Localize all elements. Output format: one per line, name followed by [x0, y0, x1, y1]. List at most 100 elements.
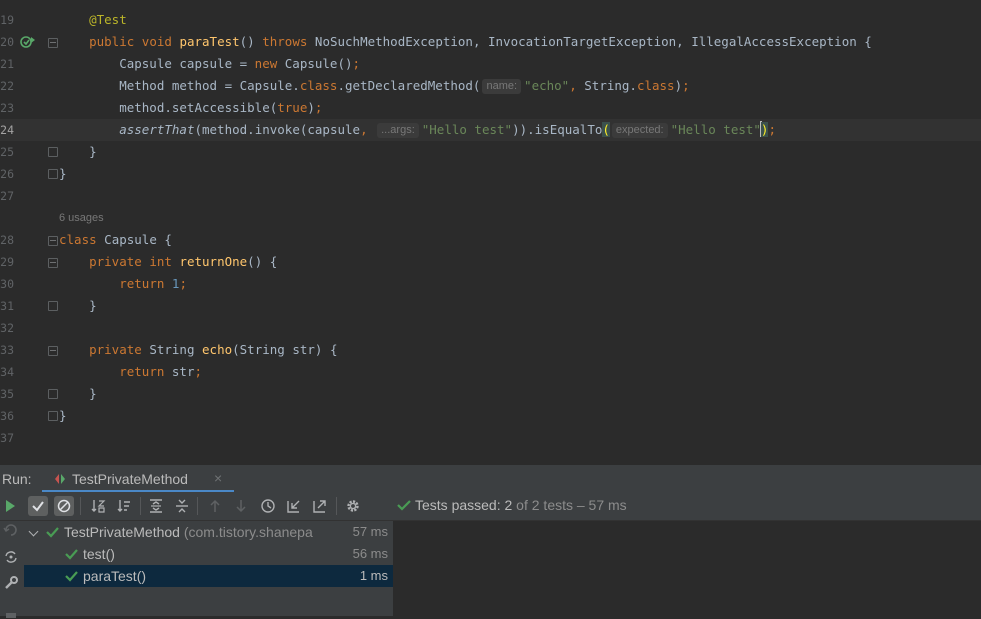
- more-tools-button[interactable]: [2, 601, 20, 619]
- line-number: 22: [0, 79, 14, 93]
- code-line[interactable]: 21 Capsule capsule = new Capsule();: [0, 53, 981, 75]
- sort-alphabetically-button[interactable]: [88, 496, 108, 516]
- code-text[interactable]: Method method = Capsule.class.getDeclare…: [59, 75, 690, 97]
- test-duration: 57 ms: [352, 524, 388, 539]
- fold-end-marker-icon[interactable]: [48, 411, 58, 421]
- usages-hint[interactable]: 6 usages: [59, 207, 104, 229]
- code-token: (): [239, 34, 263, 49]
- test-name: paraTest(): [83, 568, 147, 584]
- fold-marker-icon[interactable]: [48, 236, 58, 246]
- code-line[interactable]: 34 return str;: [0, 361, 981, 383]
- chevron-down-icon[interactable]: [28, 526, 39, 537]
- check-icon: [65, 571, 78, 582]
- code-text[interactable]: @Test: [59, 9, 127, 31]
- code-token: Method method = Capsule.: [59, 78, 300, 93]
- line-number: 21: [0, 57, 14, 71]
- collapse-all-button[interactable]: [172, 496, 192, 516]
- code-line[interactable]: 37: [0, 427, 981, 449]
- arrow-up-icon: [210, 499, 220, 512]
- code-line[interactable]: 35 }: [0, 383, 981, 405]
- code-line[interactable]: 26}: [0, 163, 981, 185]
- export-icon: [313, 500, 326, 513]
- code-token: Capsule(): [277, 56, 353, 71]
- code-token: ,: [569, 78, 585, 93]
- code-line[interactable]: 32: [0, 317, 981, 339]
- code-token: ;: [194, 364, 203, 379]
- code-text[interactable]: }: [59, 295, 97, 317]
- run-tool-window-header: Run: TestPrivateMethod ×: [0, 464, 981, 494]
- code-text[interactable]: }: [59, 163, 67, 185]
- toolbar-separator: [336, 497, 337, 515]
- fold-marker-icon[interactable]: [48, 38, 58, 48]
- code-token: ;: [314, 100, 323, 115]
- line-number: 36: [0, 409, 14, 423]
- code-line[interactable]: 28 class Capsule {: [0, 229, 981, 251]
- code-text[interactable]: }: [59, 383, 97, 405]
- code-token: return: [119, 364, 165, 379]
- code-token: void: [141, 34, 172, 49]
- code-token: ,: [360, 122, 376, 137]
- code-line[interactable]: 36}: [0, 405, 981, 427]
- code-line[interactable]: 20 public void paraTest() throws NoSuchM…: [0, 31, 981, 53]
- line-number: 24: [0, 123, 14, 137]
- expand-all-icon: [150, 499, 162, 513]
- rerun-failed-button[interactable]: [2, 521, 20, 539]
- show-passed-toggle[interactable]: [28, 496, 48, 516]
- fold-end-marker-icon[interactable]: [48, 389, 58, 399]
- code-text[interactable]: }: [59, 141, 97, 163]
- edit-configuration-button[interactable]: [2, 574, 20, 592]
- arrow-down-icon: [236, 500, 246, 513]
- test-status: Tests passed: 2 of 2 tests – 57 ms: [397, 497, 627, 513]
- code-line[interactable]: 23 method.setAccessible(true);: [0, 97, 981, 119]
- run-test-gutter-icon[interactable]: [20, 35, 36, 49]
- code-text[interactable]: private int returnOne() {: [59, 251, 277, 273]
- code-line[interactable]: 25 }: [0, 141, 981, 163]
- toggle-auto-test-button[interactable]: [2, 548, 20, 566]
- close-icon[interactable]: ×: [214, 470, 222, 486]
- code-line[interactable]: 30 return 1;: [0, 273, 981, 295]
- code-token: assertThat: [119, 122, 195, 137]
- code-line[interactable]: 33 private String echo(String str) {: [0, 339, 981, 361]
- expand-all-button[interactable]: [146, 496, 166, 516]
- next-failed-test-button[interactable]: [231, 496, 251, 516]
- code-editor[interactable]: 19 @Test 20 public void paraTest() throws…: [0, 0, 981, 464]
- test-history-button[interactable]: [258, 496, 278, 516]
- code-line[interactable]: 22 Method method = Capsule.class.getDecl…: [0, 75, 981, 97]
- code-text[interactable]: private String echo(String str) {: [59, 339, 337, 361]
- show-ignored-toggle[interactable]: [54, 496, 74, 516]
- parameter-hint: expected:: [611, 123, 668, 138]
- code-line[interactable]: 27: [0, 185, 981, 207]
- code-text[interactable]: method.setAccessible(true);: [59, 97, 322, 119]
- code-line[interactable]: 31 }: [0, 295, 981, 317]
- code-text[interactable]: return str;: [59, 361, 202, 383]
- code-text[interactable]: assertThat(method.invoke(capsule, ...arg…: [59, 119, 776, 141]
- code-token: }: [59, 144, 97, 159]
- fold-end-marker-icon[interactable]: [48, 169, 58, 179]
- code-token: class: [59, 232, 97, 247]
- fold-marker-icon[interactable]: [48, 258, 58, 268]
- code-text[interactable]: class Capsule {: [59, 229, 172, 251]
- run-tab-testprivatemethod[interactable]: TestPrivateMethod ×: [42, 465, 234, 493]
- export-tests-button[interactable]: [310, 496, 330, 516]
- test-output-console[interactable]: [394, 521, 981, 616]
- sort-by-duration-button[interactable]: [114, 496, 134, 516]
- settings-button[interactable]: [343, 496, 363, 516]
- code-text[interactable]: }: [59, 405, 67, 427]
- test-row-test[interactable]: test() 56 ms: [24, 543, 393, 565]
- rerun-button[interactable]: [0, 496, 20, 516]
- import-tests-button[interactable]: [284, 496, 304, 516]
- code-text[interactable]: public void paraTest() throws NoSuchMeth…: [59, 31, 872, 53]
- fold-marker-icon[interactable]: [48, 346, 58, 356]
- fold-end-marker-icon[interactable]: [48, 301, 58, 311]
- previous-failed-test-button[interactable]: [205, 496, 225, 516]
- code-text[interactable]: return 1;: [59, 273, 187, 295]
- code-text[interactable]: Capsule capsule = new Capsule();: [59, 53, 360, 75]
- code-token: throws: [262, 34, 308, 49]
- test-name: test(): [83, 546, 115, 562]
- code-line[interactable]: 19 @Test: [0, 9, 981, 31]
- test-suite-row[interactable]: TestPrivateMethod (com.tistory.shanepa 5…: [24, 521, 393, 543]
- code-line[interactable]: 29 private int returnOne() {: [0, 251, 981, 273]
- test-row-paratest[interactable]: paraTest() 1 ms: [24, 565, 393, 587]
- code-line[interactable]: 24 assertThat(method.invoke(capsule, ...…: [0, 119, 981, 141]
- fold-end-marker-icon[interactable]: [48, 147, 58, 157]
